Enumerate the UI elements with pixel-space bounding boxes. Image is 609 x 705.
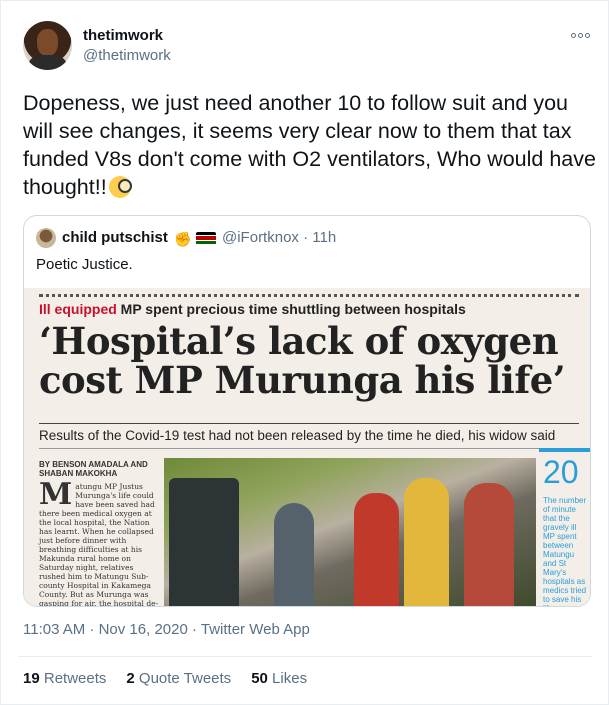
likes-count: 50 <box>251 670 268 687</box>
more-dot <box>585 32 590 38</box>
avatar-face <box>37 29 58 56</box>
quoted-handle: @iFortknox <box>222 229 299 246</box>
news-sidebar-text: The number of minute that the gravely il… <box>543 496 587 606</box>
tweet-timestamp[interactable]: 11:03 AM · Nov 16, 2020 · Twitter Web Ap… <box>23 621 310 638</box>
news-article-body: Matungu MP Justus Murunga's life could h… <box>39 477 159 607</box>
likes-label: Likes <box>272 670 308 687</box>
more-options-icon[interactable] <box>571 29 593 41</box>
quoted-avatar <box>36 228 56 248</box>
news-rule <box>39 423 579 424</box>
dotted-rule <box>39 294 579 300</box>
news-sidebar: 20 The number of minute that the gravely… <box>539 448 590 606</box>
avatar-shirt <box>29 55 66 70</box>
divider <box>19 656 592 657</box>
news-subhead: Results of the Covid-19 test had not bee… <box>39 428 556 443</box>
news-kicker: Ill equipped MP spent precious time shut… <box>39 301 466 317</box>
quoted-author-name: child putschist <box>62 229 168 246</box>
retweets-label: Retweets <box>43 670 107 687</box>
more-dot <box>571 32 576 38</box>
photo-person <box>274 503 314 606</box>
tweet-text-container: Dopeness, we just need another 10 to fol… <box>23 89 598 201</box>
quoted-handle-time: @iFortknox · 11h <box>222 229 337 246</box>
author-name[interactable]: thetimwork <box>83 27 163 44</box>
author-avatar[interactable] <box>23 21 72 70</box>
news-dropcap: M <box>39 477 73 512</box>
quotes-count: 2 <box>126 670 135 687</box>
news-byline: BY BENSON AMADALA AND SHABAN MAKOKHA <box>39 460 148 478</box>
retweets-stat[interactable]: 19 Retweets <box>23 670 106 687</box>
kenya-flag-icon <box>196 232 216 245</box>
news-kicker-red: Ill equipped <box>39 301 117 317</box>
more-dot <box>578 32 583 38</box>
raised-fist-emoji-icon: ✊ <box>174 231 192 247</box>
quoted-time: 11h <box>312 229 337 246</box>
quoted-text: Poetic Justice. <box>36 256 133 273</box>
news-kicker-rest: MP spent precious time shuttling between… <box>120 301 466 317</box>
retweets-count: 19 <box>23 670 40 687</box>
engagement-stats: 19 Retweets 2 Quote Tweets 50 Likes <box>23 670 307 687</box>
quotes-label: Quote Tweets <box>138 670 232 687</box>
photo-vehicle <box>169 478 239 606</box>
photo-person <box>354 493 399 606</box>
monocle-emoji-icon <box>108 176 132 198</box>
tweet-card: thetimwork @thetimwork Dopeness, we just… <box>0 0 609 705</box>
author-handle[interactable]: @thetimwork <box>83 47 171 64</box>
photo-person <box>404 478 449 606</box>
news-headline: ‘Hospital’s lack of oxygen cost MP Murun… <box>39 319 566 402</box>
likes-stat[interactable]: 50 Likes <box>251 670 307 687</box>
news-sidebar-number: 20 <box>543 454 579 490</box>
quoted-tweet[interactable]: child putschist ✊ @iFortknox · 11h Poeti… <box>23 215 591 607</box>
news-rule <box>39 448 579 449</box>
quote-tweets-stat[interactable]: 2 Quote Tweets <box>126 670 231 687</box>
news-photo <box>164 458 536 606</box>
newspaper-clipping-image[interactable]: Ill equipped MP spent precious time shut… <box>24 288 590 607</box>
photo-person <box>464 483 514 606</box>
